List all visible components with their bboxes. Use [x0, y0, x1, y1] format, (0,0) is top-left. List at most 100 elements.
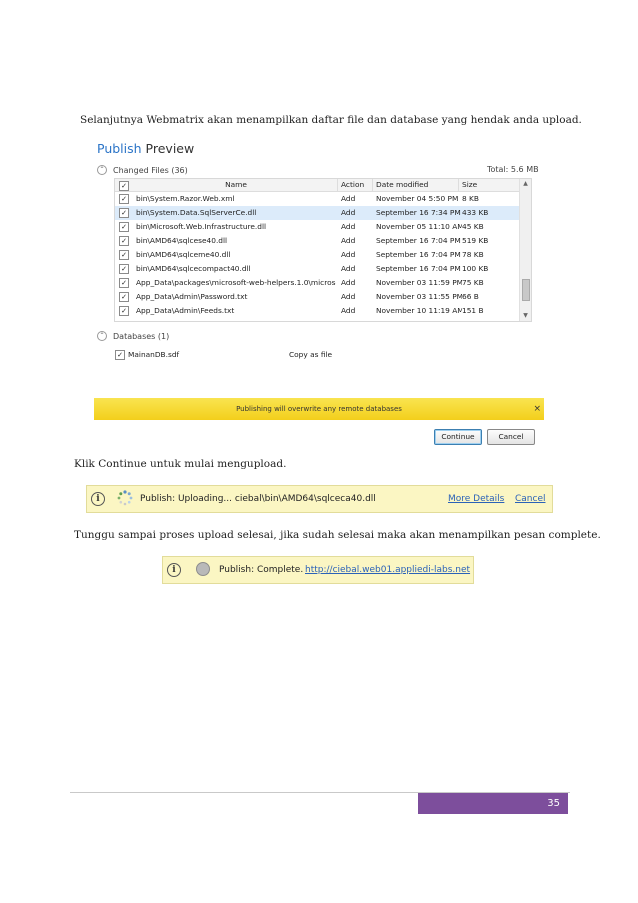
- page-number: 35: [547, 798, 560, 809]
- file-date-modified: November 03 11:55 PM: [376, 292, 462, 301]
- row-checkbox[interactable]: ✓: [119, 264, 129, 274]
- file-action: Add: [341, 278, 356, 287]
- table-scrollbar[interactable]: ▲ ▼: [519, 179, 531, 321]
- row-checkbox[interactable]: ✓: [119, 194, 129, 204]
- file-action: Add: [341, 208, 356, 217]
- file-action: Add: [341, 264, 356, 273]
- wait-instruction: Tunggu sampai proses upload selesai, jik…: [74, 529, 601, 541]
- file-size: 151 B: [462, 306, 484, 315]
- database-checkbox[interactable]: ✓: [115, 350, 125, 360]
- uploading-message: Publish: Uploading... ciebal\bin\AMD64\s…: [140, 494, 376, 504]
- file-size: 45 KB: [462, 222, 484, 231]
- select-all-checkbox[interactable]: ✓: [119, 181, 129, 191]
- column-divider: [337, 179, 338, 191]
- file-date-modified: September 16 7:04 PM: [376, 264, 461, 273]
- uploading-status-bar: i Publish: Uploading... ciebal\bin\AMD64…: [86, 485, 553, 513]
- file-date-modified: November 10 11:19 AM: [376, 306, 462, 315]
- file-name: App_Data\Admin\Password.txt: [136, 292, 248, 301]
- spinner-icon: [117, 490, 133, 506]
- file-size: 519 KB: [462, 236, 489, 245]
- file-name: bin\AMD64\sqlceme40.dll: [136, 250, 231, 259]
- changed-files-header[interactable]: ⌃ Changed Files (36): [97, 165, 188, 175]
- continue-instruction: Klik Continue untuk mulai mengupload.: [74, 458, 287, 470]
- file-name: App_Data\packages\microsoft-web-helpers.…: [136, 278, 336, 287]
- file-name: bin\AMD64\sqlcese40.dll: [136, 236, 228, 245]
- status-idle-icon: [196, 562, 210, 576]
- table-header-row: ✓ Name Action Date modified Size: [115, 179, 519, 192]
- file-date-modified: September 16 7:34 PM: [376, 208, 461, 217]
- file-date-modified: November 03 11:59 PM: [376, 278, 462, 287]
- database-row: ✓ MainanDB.sdf Copy as file: [114, 349, 414, 361]
- column-divider: [372, 179, 373, 191]
- collapse-icon[interactable]: ⌃: [97, 331, 107, 341]
- file-action: Add: [341, 222, 356, 231]
- database-name: MainanDB.sdf: [128, 350, 180, 359]
- file-date-modified: November 05 11:10 AM: [376, 222, 462, 231]
- page-number-box: 35: [418, 793, 568, 814]
- column-name[interactable]: Name: [136, 179, 336, 191]
- table-row[interactable]: ✓ bin\AMD64\sqlceme40.dll Add September 16 …: [115, 248, 519, 262]
- dialog-title: Publish Preview: [97, 141, 194, 156]
- row-checkbox[interactable]: ✓: [119, 306, 129, 316]
- file-action: Add: [341, 292, 356, 301]
- scroll-up-icon[interactable]: ▲: [520, 179, 531, 189]
- file-size: 100 KB: [462, 264, 489, 273]
- scroll-down-icon[interactable]: ▼: [520, 311, 531, 321]
- row-checkbox[interactable]: ✓: [119, 292, 129, 302]
- dialog-title-preview: Preview: [145, 141, 195, 156]
- file-date-modified: September 16 7:04 PM: [376, 250, 461, 259]
- site-url-link[interactable]: http://ciebal.web01.appliedi-labs.net: [305, 557, 470, 583]
- row-checkbox[interactable]: ✓: [119, 250, 129, 260]
- complete-message: Publish: Complete.: [219, 565, 304, 575]
- table-row[interactable]: ✓ bin\AMD64\sqlcecompact40.dll Add Septembe…: [115, 262, 519, 276]
- intro-paragraph: Selanjutnya Webmatrix akan menampilkan d…: [80, 114, 582, 126]
- database-publish-mode[interactable]: Copy as file: [289, 349, 332, 361]
- collapse-icon[interactable]: ⌃: [97, 165, 107, 175]
- databases-header[interactable]: ⌃ Databases (1): [97, 331, 169, 341]
- table-row[interactable]: ✓ bin\System.Data.SqlServerCe.dll Add Septe…: [115, 206, 519, 220]
- column-action[interactable]: Action: [341, 179, 371, 191]
- cancel-button[interactable]: Cancel: [487, 429, 535, 445]
- file-action: Add: [341, 306, 356, 315]
- file-name: bin\System.Data.SqlServerCe.dll: [136, 208, 257, 217]
- file-action: Add: [341, 250, 356, 259]
- column-divider: [458, 179, 459, 191]
- more-details-link[interactable]: More Details: [448, 486, 504, 512]
- file-size: 8 KB: [462, 194, 479, 203]
- warning-bar: Publishing will overwrite any remote dat…: [94, 398, 544, 420]
- scroll-thumb[interactable]: [522, 279, 530, 301]
- continue-button[interactable]: Continue: [434, 429, 482, 445]
- file-date-modified: September 16 7:04 PM: [376, 236, 461, 245]
- file-size: 66 B: [462, 292, 479, 301]
- file-date-modified: November 04 5:50 PM: [376, 194, 459, 203]
- changed-files-label: Changed Files (36): [113, 165, 188, 175]
- row-checkbox[interactable]: ✓: [119, 236, 129, 246]
- close-icon[interactable]: ×: [533, 398, 541, 420]
- total-size: Total: 5.6 MB: [487, 165, 539, 174]
- complete-status-bar: i Publish: Complete. http://ciebal.web01…: [162, 556, 474, 584]
- file-action: Add: [341, 236, 356, 245]
- file-name: bin\Microsoft.Web.Infrastructure.dll: [136, 222, 267, 231]
- databases-label: Databases (1): [113, 331, 170, 341]
- table-row[interactable]: ✓ App_Data\Admin\Feeds.txt Add November 10 …: [115, 304, 519, 318]
- dialog-title-publish: Publish: [97, 141, 142, 156]
- file-name: bin\System.Razor.Web.xml: [136, 194, 235, 203]
- table-row[interactable]: ✓ bin\Microsoft.Web.Infrastructure.dll Add…: [115, 220, 519, 234]
- file-size: 433 KB: [462, 208, 489, 217]
- info-icon: i: [167, 563, 181, 577]
- changed-files-table: ✓ Name Action Date modified Size ✓ bin\Sy…: [114, 178, 532, 322]
- row-checkbox[interactable]: ✓: [119, 208, 129, 218]
- row-checkbox[interactable]: ✓: [119, 278, 129, 288]
- cancel-upload-link[interactable]: Cancel: [515, 486, 546, 512]
- warning-text: Publishing will overwrite any remote dat…: [236, 405, 402, 413]
- table-row[interactable]: ✓ bin\AMD64\sqlcese40.dll Add September 16 …: [115, 234, 519, 248]
- table-row[interactable]: ✓ App_Data\packages\microsoft-web-helpers…: [115, 276, 519, 290]
- column-date-modified[interactable]: Date modified: [376, 179, 462, 191]
- table-row[interactable]: ✓ bin\System.Razor.Web.xml Add November 04 …: [115, 192, 519, 206]
- file-action: Add: [341, 194, 356, 203]
- file-size: 78 KB: [462, 250, 484, 259]
- file-size: 75 KB: [462, 278, 484, 287]
- column-size[interactable]: Size: [462, 179, 510, 191]
- table-row[interactable]: ✓ App_Data\Admin\Password.txt Add November …: [115, 290, 519, 304]
- row-checkbox[interactable]: ✓: [119, 222, 129, 232]
